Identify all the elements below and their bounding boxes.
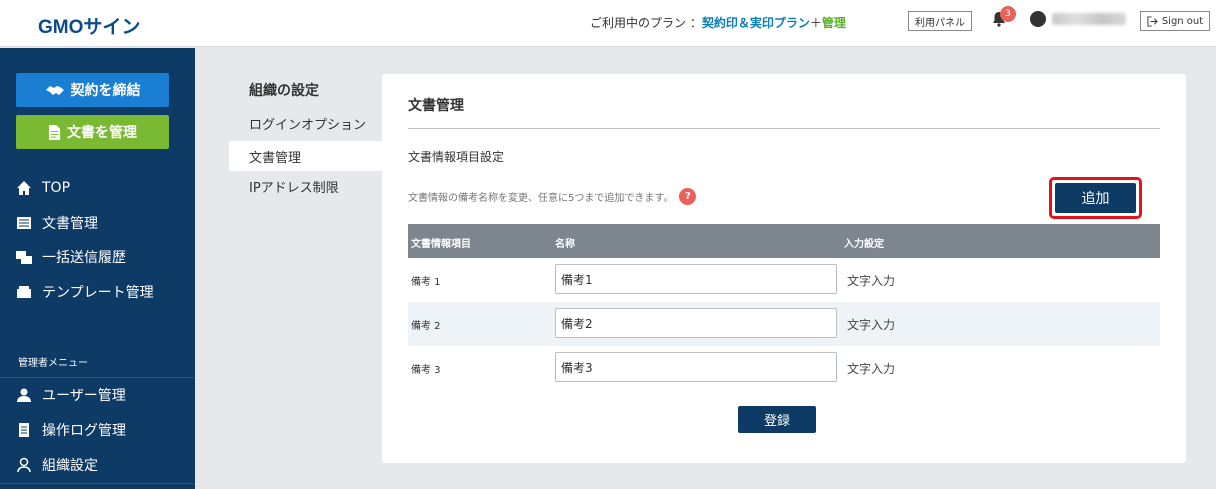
settings-item-ip-restriction[interactable]: IPアドレス制限	[229, 171, 382, 201]
logo-sign-text: サイン	[83, 17, 141, 38]
note-text: 文書情報の備考名称を変更、任意に5つまで追加できます。	[408, 193, 674, 204]
sidebar-item-label: 組織設定	[42, 458, 98, 474]
name-input[interactable]: 備考1	[555, 264, 837, 294]
admin-menu-label: 管理者メニュー	[18, 358, 88, 369]
sidebar-item-users[interactable]: ユーザー管理	[16, 383, 126, 407]
current-plan: ご利用中のプラン ：契約印＆実印プラン＋管理	[590, 14, 846, 31]
row-item-label: 備考 3	[411, 365, 441, 376]
document-settings-card: 文書管理 文書情報項目設定 文書情報の備考名称を変更、任意に5つまで追加できます…	[382, 74, 1186, 463]
sign-contract-button[interactable]: 契約を締結	[16, 73, 169, 107]
page-title: 文書管理	[408, 98, 464, 114]
input-type-text: 文字入力	[847, 362, 896, 376]
user-icon	[16, 387, 32, 403]
column-header-name: 名称	[555, 239, 575, 250]
template-icon	[16, 284, 32, 300]
sign-out-icon	[1147, 15, 1158, 27]
sidebar: 契約を締結 文書を管理 TOP 文書管理 一括送信履歴 テンプレート管理 管理者…	[0, 48, 195, 489]
user-avatar-icon[interactable]	[1030, 11, 1046, 27]
name-input[interactable]: 備考2	[555, 308, 837, 338]
notification-count-badge: 3	[1000, 6, 1016, 22]
input-type-text: 文字入力	[847, 318, 896, 332]
logo-gmo-text: GMO	[38, 17, 84, 38]
handshake-icon	[45, 86, 64, 95]
sidebar-item-logs[interactable]: 操作ログ管理	[16, 418, 126, 442]
plan-admin: 管理	[821, 16, 846, 30]
column-header-item: 文書情報項目	[411, 239, 471, 250]
sidebar-item-top[interactable]: TOP	[16, 176, 70, 200]
sidebar-item-templates[interactable]: テンプレート管理	[16, 280, 154, 304]
settings-item-login-options[interactable]: ログインオプション	[229, 108, 382, 138]
section-title: 文書情報項目設定	[408, 150, 505, 164]
settings-item-document-management[interactable]: 文書管理	[229, 141, 382, 171]
settings-menu-title: 組織の設定	[249, 83, 319, 99]
table-row: 備考 2 備考2 文字入力	[408, 302, 1160, 346]
column-header-input-setting: 入力設定	[844, 239, 884, 250]
plan-name: 契約印＆実印プラン	[701, 16, 810, 30]
sign-out-button[interactable]: Sign out	[1140, 11, 1210, 31]
sign-out-label: Sign out	[1161, 15, 1204, 27]
input-type-text: 文字入力	[847, 274, 896, 288]
log-icon	[16, 422, 32, 438]
document-list-icon	[16, 215, 32, 231]
sidebar-bottom-divider	[0, 483, 195, 484]
sidebar-item-label: TOP	[42, 180, 71, 196]
bulk-send-icon	[16, 249, 32, 265]
title-divider	[408, 128, 1160, 129]
plan-prefix: ご利用中のプラン ：	[590, 16, 702, 30]
top-header: GMOサイン ご利用中のプラン ：契約印＆実印プラン＋管理 利用パネル 3 Si…	[0, 0, 1216, 47]
sidebar-item-label: ユーザー管理	[42, 388, 126, 404]
add-button[interactable]: 追加	[1055, 183, 1136, 213]
sign-contract-label: 契約を締結	[70, 83, 141, 99]
sidebar-item-label: 操作ログ管理	[42, 423, 126, 439]
add-limit-note: 文書情報の備考名称を変更、任意に5つまで追加できます。 ?	[408, 188, 697, 205]
gmo-sign-logo[interactable]: GMOサイン	[38, 12, 140, 39]
organization-icon	[16, 457, 32, 473]
table-header: 文書情報項目 名称 入力設定	[408, 224, 1160, 258]
sidebar-item-organization[interactable]: 組織設定	[16, 453, 98, 477]
sidebar-item-bulk-history[interactable]: 一括送信履歴	[16, 245, 126, 269]
admin-divider	[0, 377, 195, 378]
register-button[interactable]: 登録	[738, 406, 816, 433]
manage-documents-button[interactable]: 文書を管理	[16, 115, 169, 149]
home-icon	[16, 180, 32, 196]
user-name-blurred[interactable]	[1052, 13, 1126, 25]
sidebar-item-documents[interactable]: 文書管理	[16, 211, 98, 235]
plan-plus: ＋	[809, 16, 822, 30]
usage-panel-button[interactable]: 利用パネル	[908, 11, 972, 31]
sidebar-item-label: 一括送信履歴	[42, 250, 126, 266]
name-input[interactable]: 備考3	[555, 352, 837, 382]
sidebar-item-label: テンプレート管理	[42, 285, 154, 301]
row-item-label: 備考 2	[411, 321, 441, 332]
document-icon	[48, 124, 61, 140]
table-row: 備考 3 備考3 文字入力	[408, 346, 1160, 390]
table-row: 備考 1 備考1 文字入力	[408, 258, 1160, 302]
row-item-label: 備考 1	[411, 277, 441, 288]
help-icon[interactable]: ?	[679, 188, 697, 205]
sidebar-item-label: 文書管理	[42, 216, 98, 232]
manage-documents-label: 文書を管理	[67, 125, 137, 141]
